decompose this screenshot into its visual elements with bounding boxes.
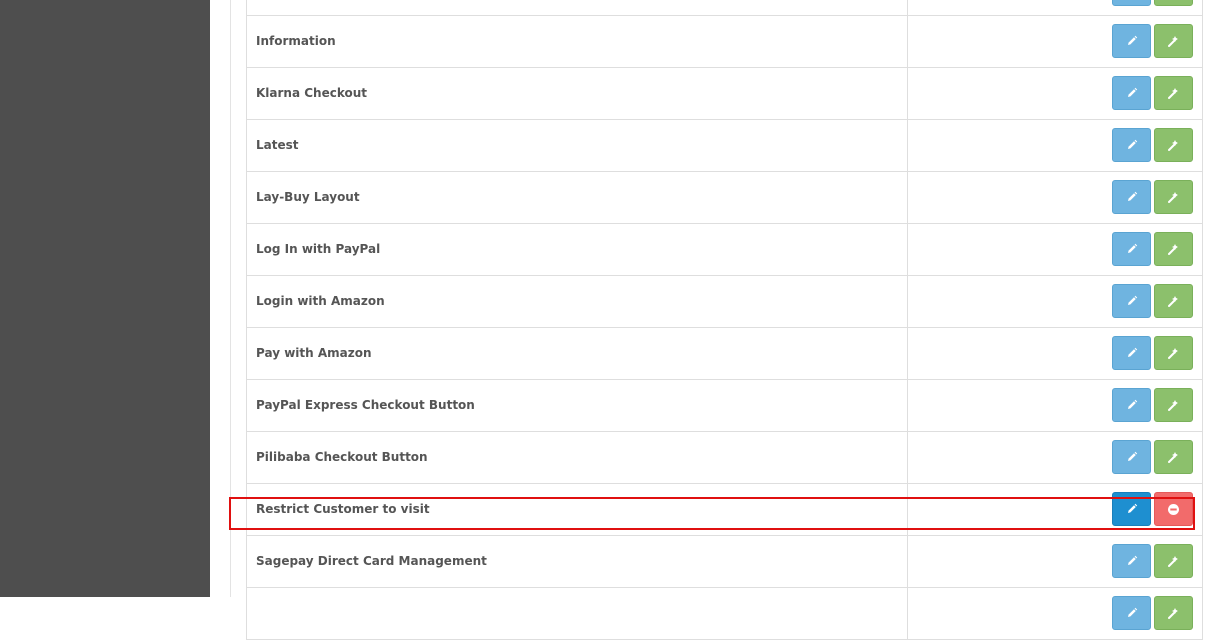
install-icon <box>1167 556 1178 567</box>
main-content: Information Klarna Checkout Latest Lay-B… <box>210 0 1230 640</box>
install-icon <box>1167 140 1178 151</box>
table-row <box>247 588 1202 640</box>
table-row: Lay-Buy Layout <box>247 172 1202 224</box>
pencil-icon <box>1127 347 1137 357</box>
install-button[interactable] <box>1154 544 1193 578</box>
table-row: Sagepay Direct Card Management <box>247 536 1202 588</box>
table-row <box>247 0 1202 16</box>
install-button[interactable] <box>1154 440 1193 474</box>
table-row: PayPal Express Checkout Button <box>247 380 1202 432</box>
edit-button[interactable] <box>1112 544 1151 578</box>
actions-cell <box>908 484 1202 535</box>
install-icon <box>1167 296 1178 307</box>
actions-cell <box>908 536 1202 587</box>
extension-name: Pilibaba Checkout Button <box>247 432 908 483</box>
edit-button[interactable] <box>1112 388 1151 422</box>
actions-cell <box>908 380 1202 431</box>
install-button[interactable] <box>1154 180 1193 214</box>
install-button[interactable] <box>1154 232 1193 266</box>
pencil-icon <box>1127 607 1137 617</box>
edit-button[interactable] <box>1112 0 1151 6</box>
install-button[interactable] <box>1154 336 1193 370</box>
extension-name: Sagepay Direct Card Management <box>247 536 908 587</box>
install-icon <box>1167 400 1178 411</box>
edit-button[interactable] <box>1112 24 1151 58</box>
panel-border <box>230 0 231 597</box>
install-icon <box>1167 348 1178 359</box>
actions-cell <box>908 172 1202 223</box>
actions-cell <box>908 120 1202 171</box>
actions-cell <box>908 328 1202 379</box>
extension-name: Login with Amazon <box>247 276 908 327</box>
pencil-icon <box>1127 139 1137 149</box>
pencil-icon <box>1127 35 1137 45</box>
install-icon <box>1167 244 1178 255</box>
actions-cell <box>908 68 1202 119</box>
extension-name <box>247 0 908 15</box>
install-button[interactable] <box>1154 24 1193 58</box>
extension-name: Pay with Amazon <box>247 328 908 379</box>
edit-button[interactable] <box>1112 232 1151 266</box>
extension-name: Lay-Buy Layout <box>247 172 908 223</box>
extension-name <box>247 588 908 639</box>
table-row: Information <box>247 16 1202 68</box>
actions-cell <box>908 432 1202 483</box>
install-button[interactable] <box>1154 0 1193 6</box>
left-sidebar <box>0 0 210 597</box>
pencil-icon <box>1127 555 1137 565</box>
install-icon <box>1167 192 1178 203</box>
actions-cell <box>908 588 1202 639</box>
table-row: Login with Amazon <box>247 276 1202 328</box>
install-button[interactable] <box>1154 128 1193 162</box>
actions-cell <box>908 0 1202 15</box>
extension-name: Information <box>247 16 908 67</box>
table-row: Pay with Amazon <box>247 328 1202 380</box>
install-icon <box>1167 608 1178 619</box>
pencil-icon <box>1127 243 1137 253</box>
edit-button[interactable] <box>1112 492 1151 526</box>
edit-button[interactable] <box>1112 440 1151 474</box>
extension-name: Klarna Checkout <box>247 68 908 119</box>
table-row: Latest <box>247 120 1202 172</box>
extensions-table: Information Klarna Checkout Latest Lay-B… <box>246 0 1203 640</box>
table-row: Log In with PayPal <box>247 224 1202 276</box>
install-button[interactable] <box>1154 388 1193 422</box>
pencil-icon <box>1127 399 1137 409</box>
extension-name: Log In with PayPal <box>247 224 908 275</box>
install-icon <box>1167 88 1178 99</box>
edit-button[interactable] <box>1112 128 1151 162</box>
actions-cell <box>908 276 1202 327</box>
edit-button[interactable] <box>1112 336 1151 370</box>
install-button[interactable] <box>1154 596 1193 630</box>
install-icon <box>1167 452 1178 463</box>
edit-button[interactable] <box>1112 180 1151 214</box>
install-button[interactable] <box>1154 76 1193 110</box>
table-row: Pilibaba Checkout Button <box>247 432 1202 484</box>
actions-cell <box>908 16 1202 67</box>
pencil-icon <box>1127 503 1137 513</box>
install-button[interactable] <box>1154 284 1193 318</box>
table-row: Klarna Checkout <box>247 68 1202 120</box>
pencil-icon <box>1127 295 1137 305</box>
pencil-icon <box>1127 451 1137 461</box>
edit-button[interactable] <box>1112 76 1151 110</box>
pencil-icon <box>1127 87 1137 97</box>
edit-button[interactable] <box>1112 596 1151 630</box>
extension-name: Restrict Customer to visit <box>247 484 908 535</box>
extension-name: Latest <box>247 120 908 171</box>
uninstall-button[interactable] <box>1154 492 1193 526</box>
install-icon <box>1167 36 1178 47</box>
minus-circle-icon <box>1168 503 1179 515</box>
edit-button[interactable] <box>1112 284 1151 318</box>
pencil-icon <box>1127 191 1137 201</box>
extension-name: PayPal Express Checkout Button <box>247 380 908 431</box>
actions-cell <box>908 224 1202 275</box>
table-row-highlighted: Restrict Customer to visit <box>247 484 1202 536</box>
